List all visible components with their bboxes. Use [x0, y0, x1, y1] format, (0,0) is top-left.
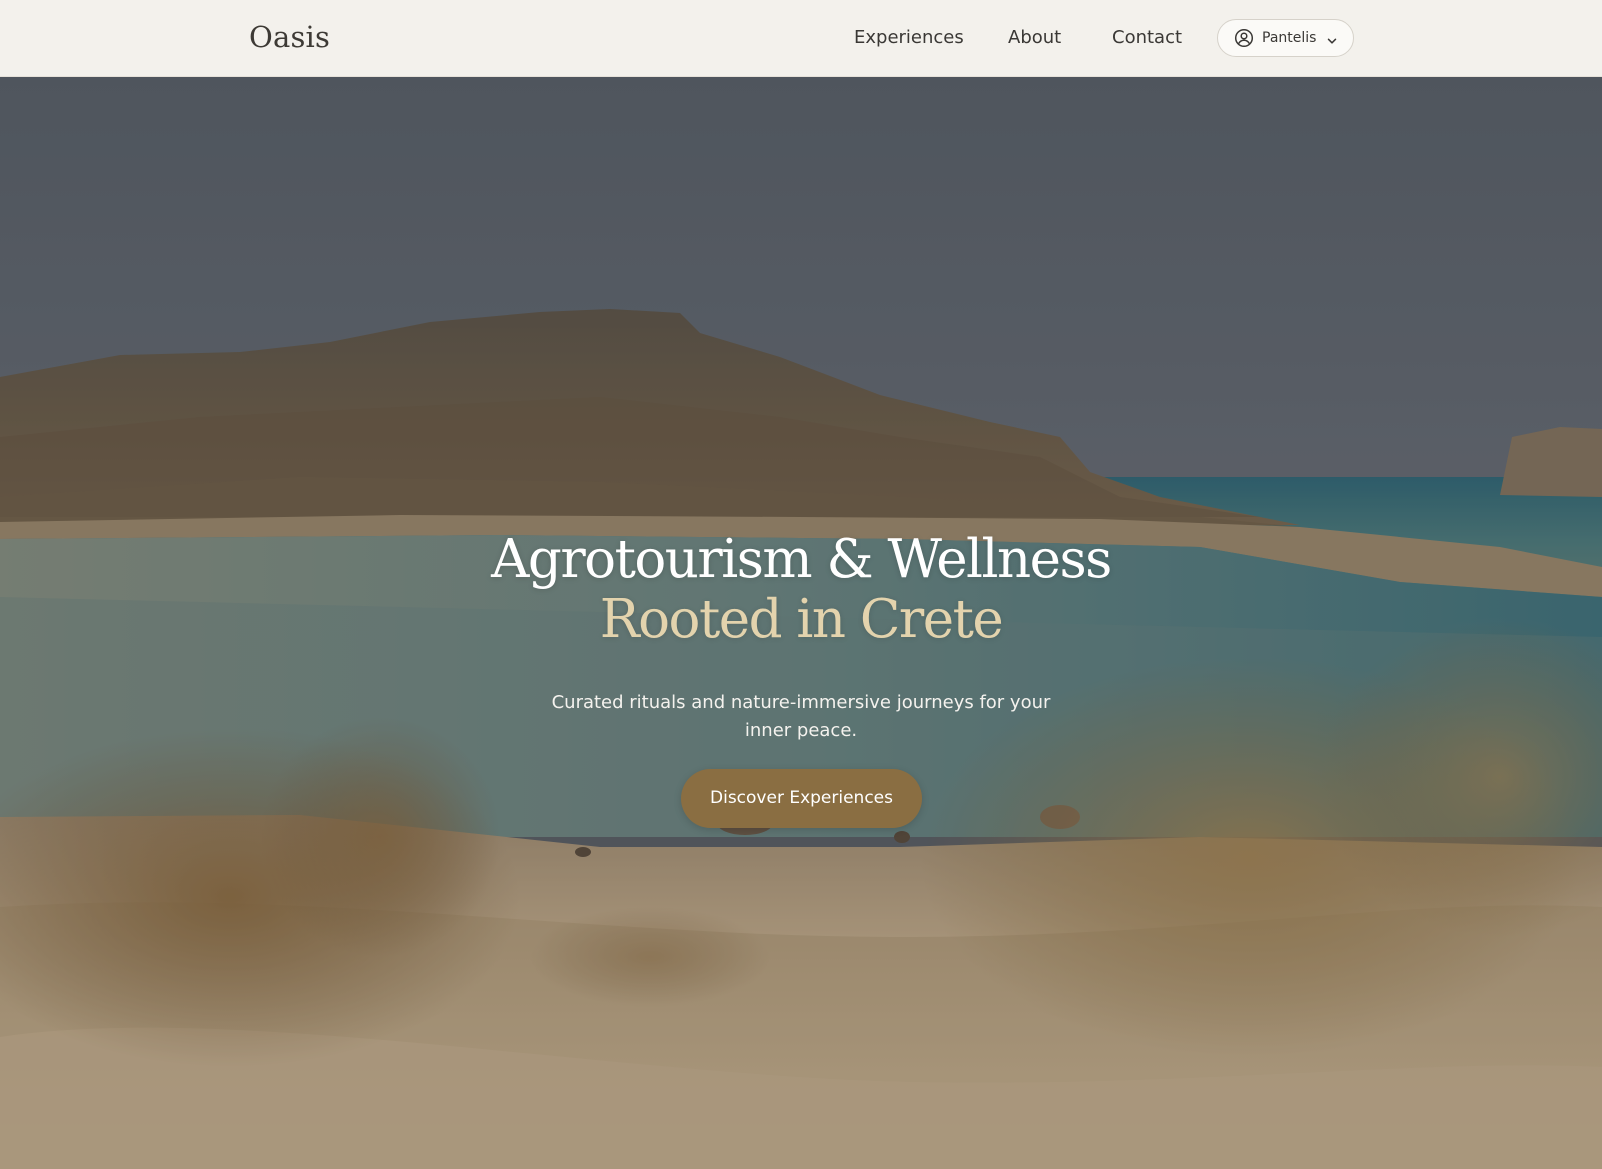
- user-name: Pantelis: [1262, 30, 1317, 46]
- logo[interactable]: Oasis: [249, 18, 330, 56]
- chevron-down-icon: [1326, 32, 1338, 44]
- hero-title: Agrotourism & Wellness: [491, 529, 1112, 590]
- hero-subtitle: Curated rituals and nature-immersive jou…: [551, 692, 1051, 741]
- hero-content: Agrotourism & Wellness Rooted in Crete C…: [0, 77, 1602, 1169]
- discover-experiences-button[interactable]: Discover Experiences: [681, 769, 922, 828]
- nav-experiences[interactable]: Experiences: [854, 24, 964, 52]
- nav-contact[interactable]: Contact: [1112, 24, 1182, 52]
- hero-title-accent: Rooted in Crete: [599, 589, 1004, 650]
- user-circle-icon: [1234, 28, 1254, 48]
- hero-section: Agrotourism & Wellness Rooted in Crete C…: [0, 77, 1602, 1169]
- nav-about[interactable]: About: [1008, 24, 1061, 52]
- site-header: Oasis Experiences About Contact Pantelis: [0, 0, 1602, 77]
- user-menu-button[interactable]: Pantelis: [1217, 19, 1354, 57]
